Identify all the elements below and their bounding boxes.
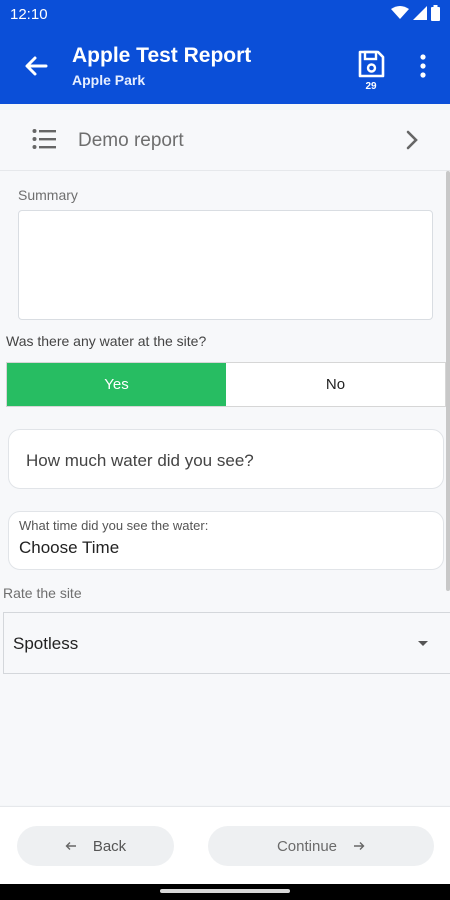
scrollbar[interactable]: [446, 171, 450, 591]
system-navigation-bar: [0, 884, 450, 900]
summary-label: Summary: [18, 187, 78, 203]
time-picker-field[interactable]: What time did you see the water: Choose …: [8, 511, 444, 570]
chevron-right-icon: [406, 130, 418, 150]
back-button-label: Back: [92, 837, 127, 855]
status-icons: [391, 5, 440, 21]
section-label: Demo report: [78, 130, 184, 151]
arrow-right-icon: [354, 842, 365, 850]
water-amount-placeholder: How much water did you see?: [26, 451, 254, 470]
page-subtitle: Apple Park: [72, 72, 146, 88]
save-button[interactable]: 29: [354, 48, 388, 94]
status-bar: 12:10: [0, 0, 450, 28]
water-question: Was there any water at the site?: [6, 333, 207, 349]
battery-icon: [431, 5, 440, 21]
summary-input[interactable]: [18, 210, 433, 320]
wifi-icon: [391, 6, 409, 19]
list-icon: [32, 129, 56, 149]
continue-button[interactable]: Continue: [208, 826, 434, 866]
back-arrow-icon[interactable]: [20, 50, 52, 82]
rate-label: Rate the site: [3, 585, 82, 601]
water-option-no[interactable]: No: [226, 363, 445, 406]
app-bar: Apple Test Report Apple Park 29: [0, 28, 450, 104]
arrow-left-icon: [65, 842, 76, 850]
save-count-badge: 29: [365, 81, 377, 92]
page-title: Apple Test Report: [72, 44, 252, 67]
time-field-label: What time did you see the water:: [19, 518, 209, 533]
water-option-yes[interactable]: Yes: [7, 363, 226, 406]
dropdown-caret-icon: [418, 641, 428, 646]
signal-icon: [413, 6, 427, 20]
time-field-value: Choose Time: [19, 538, 120, 557]
water-amount-input[interactable]: How much water did you see?: [8, 429, 444, 489]
save-icon: [358, 50, 385, 78]
status-time: 12:10: [10, 6, 48, 23]
more-options-icon[interactable]: [412, 52, 434, 80]
rate-dropdown[interactable]: Spotless: [3, 612, 450, 674]
bottom-action-bar: Back Continue: [0, 806, 450, 885]
back-button[interactable]: Back: [17, 826, 174, 866]
rate-dropdown-value: Spotless: [13, 634, 79, 653]
continue-button-label: Continue: [276, 837, 338, 855]
home-indicator[interactable]: [160, 889, 290, 893]
section-selector[interactable]: Demo report: [0, 110, 450, 171]
water-toggle: Yes No: [6, 362, 446, 407]
